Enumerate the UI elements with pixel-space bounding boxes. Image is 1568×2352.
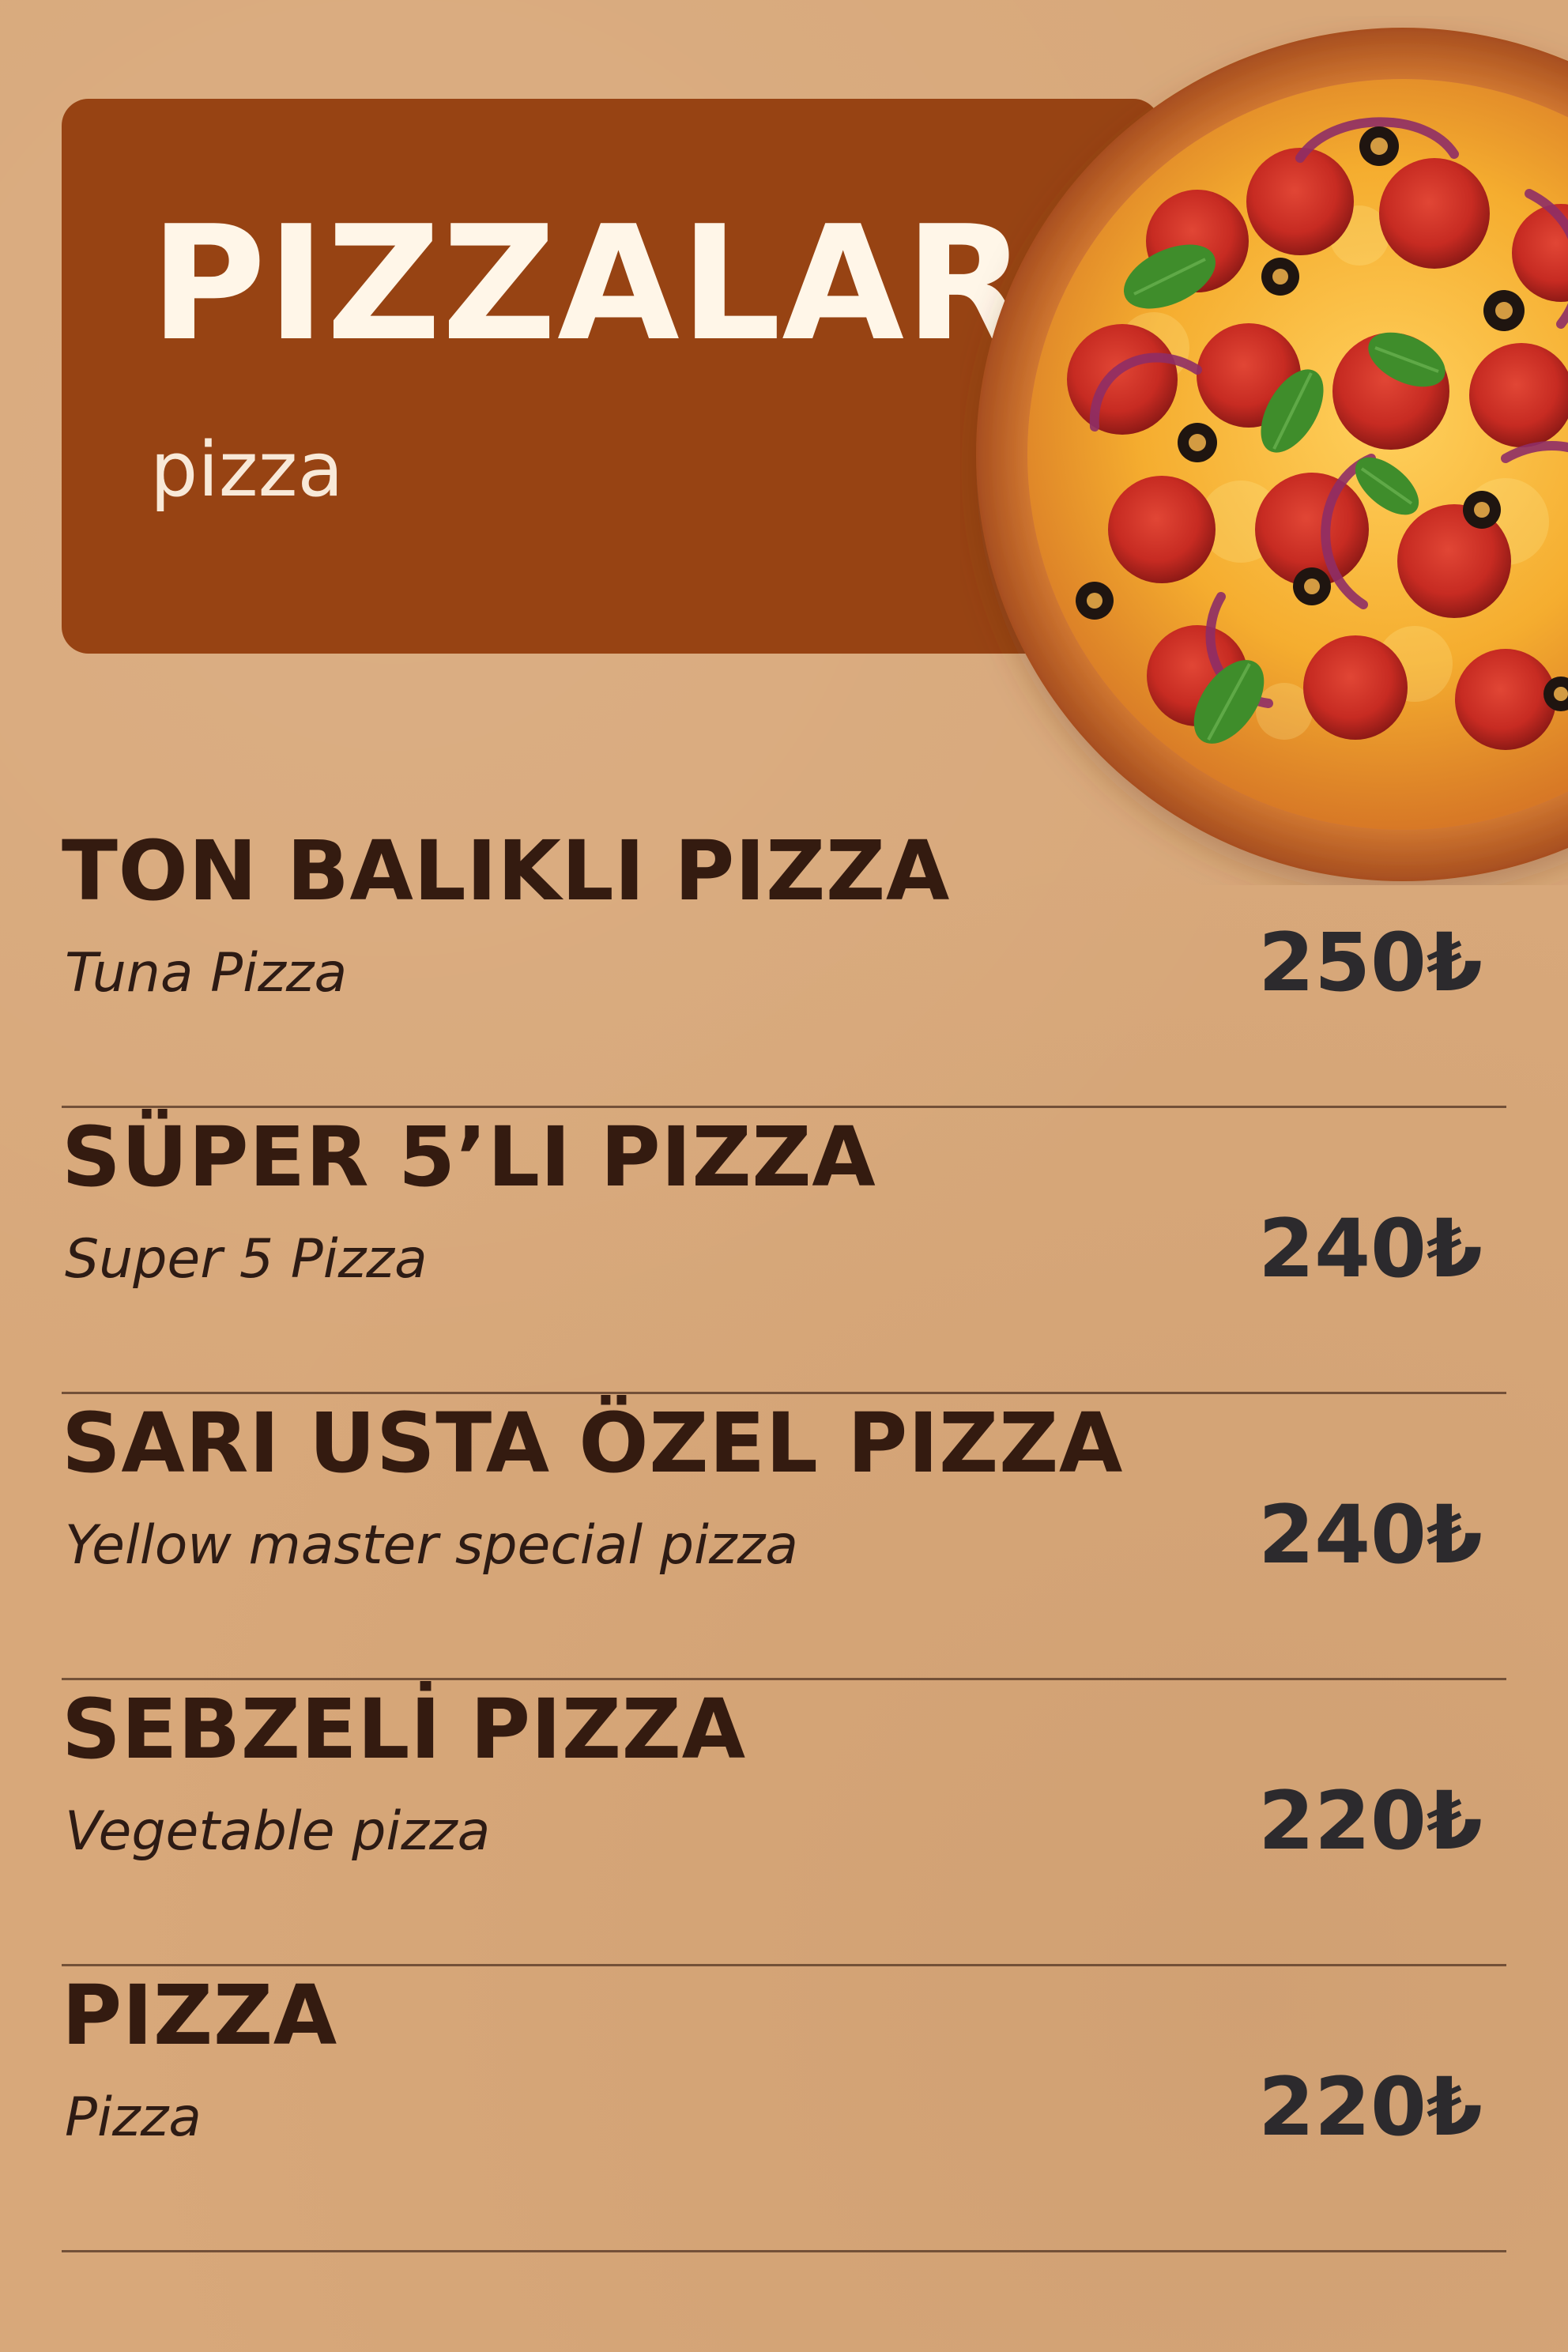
- menu-item-name: SEBZELİ PIZZA: [62, 1681, 746, 1777]
- menu-item-price: 240₺: [1258, 1488, 1483, 1582]
- menu-item-pizza: PIZZA Pizza 220₺: [62, 1966, 1506, 2252]
- page-title: PIZZALAR: [150, 192, 1028, 376]
- menu-item-price: 250₺: [1258, 916, 1483, 1010]
- menu-item-name: SÜPER 5’LI PIZZA: [62, 1109, 876, 1205]
- menu-item-name: SARI USTA ÖZEL PIZZA: [62, 1395, 1123, 1491]
- menu-item-name: TON BALIKLI PIZZA: [62, 823, 950, 919]
- menu-item-name: PIZZA: [62, 1967, 337, 2064]
- menu-item-description: Tuna Pizza: [65, 942, 348, 1004]
- menu-item-super-5li-pizza: SÜPER 5’LI PIZZA Super 5 Pizza 240₺: [62, 1108, 1506, 1394]
- menu-item-sari-usta-ozel-pizza: SARI USTA ÖZEL PIZZA Yellow master speci…: [62, 1394, 1506, 1680]
- menu-item-description: Super 5 Pizza: [65, 1228, 428, 1291]
- menu-item-description: Pizza: [65, 2086, 202, 2149]
- menu-item-price: 220₺: [1258, 1774, 1483, 1868]
- menu-item-price: 240₺: [1258, 1202, 1483, 1296]
- page-subtitle: pizza: [150, 427, 344, 514]
- pizza-menu-list: TON BALIKLI PIZZA Tuna Pizza 250₺ SÜPER …: [62, 822, 1506, 2252]
- menu-page: PIZZALAR pizza TON BALIKLI PIZZA Tuna Pi…: [0, 0, 1568, 2352]
- menu-item-ton-balikli-pizza: TON BALIKLI PIZZA Tuna Pizza 250₺: [62, 822, 1506, 1108]
- menu-item-description: Yellow master special pizza: [65, 1514, 798, 1577]
- menu-item-description: Vegetable pizza: [65, 1800, 491, 1863]
- menu-item-price: 220₺: [1258, 2060, 1483, 2154]
- pepperoni-pizza-photo: [976, 28, 1568, 881]
- menu-item-sebzeli-pizza: SEBZELİ PIZZA Vegetable pizza 220₺: [62, 1680, 1506, 1966]
